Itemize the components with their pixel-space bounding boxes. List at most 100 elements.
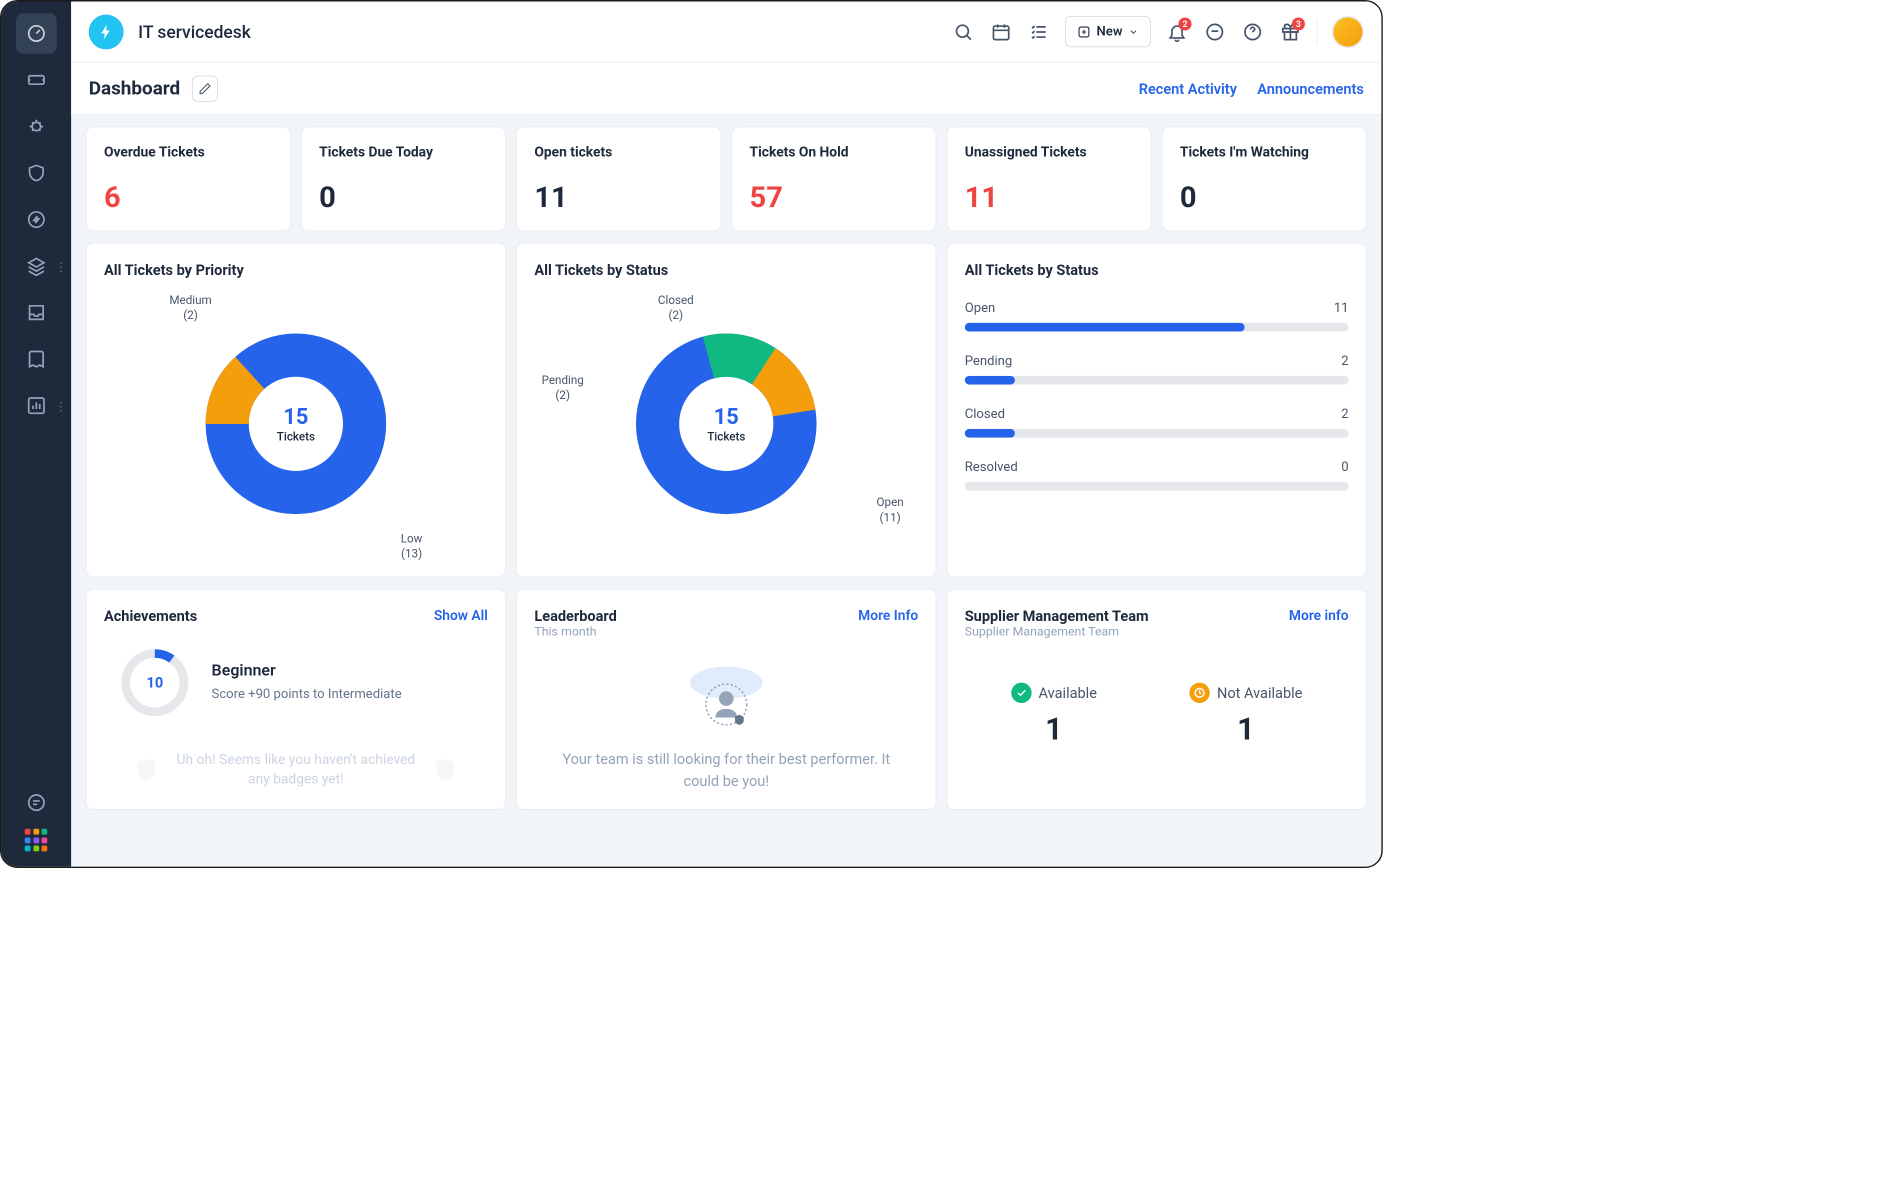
bug-icon: [26, 116, 46, 136]
bar-value: 2: [1341, 353, 1348, 368]
bar-value: 0: [1341, 459, 1348, 474]
stat-value: 11: [534, 180, 703, 214]
nav-notes[interactable]: [16, 782, 57, 823]
new-button-label: New: [1097, 24, 1123, 39]
nav-tickets[interactable]: [16, 60, 57, 101]
nav-problems[interactable]: [16, 106, 57, 147]
status-bars-card: All Tickets by Status Open11Pending2Clos…: [947, 243, 1367, 577]
unavailable-label: Not Available: [1217, 684, 1302, 701]
page-title: Dashboard: [89, 77, 181, 99]
notifications-button[interactable]: 2: [1165, 20, 1188, 43]
stat-card[interactable]: Unassigned Tickets 11: [947, 126, 1152, 231]
calendar-icon: [991, 21, 1011, 41]
calendar-button[interactable]: [990, 20, 1013, 43]
label-low: Low (13): [401, 532, 423, 562]
apps-grid-icon[interactable]: [25, 829, 48, 852]
label-closed: Closed (2): [658, 293, 694, 323]
stat-value: 6: [104, 180, 273, 214]
more-dots-icon[interactable]: ⋮: [55, 259, 67, 273]
nav-dashboard[interactable]: [16, 13, 57, 54]
achievements-panel: Achievements Show All 10 Beginner: [86, 589, 506, 810]
team-panel: Supplier Management Team Supplier Manage…: [947, 589, 1367, 810]
bar-row: Pending2: [965, 353, 1349, 384]
gift-badge: 3: [1292, 17, 1305, 30]
nav-solutions[interactable]: [16, 339, 57, 380]
bar-label: Resolved: [965, 459, 1018, 474]
clock-icon: [1189, 683, 1209, 703]
label-pending: Pending (2): [542, 373, 584, 403]
stat-card[interactable]: Overdue Tickets 6: [86, 126, 291, 231]
nav-changes[interactable]: [16, 153, 57, 194]
panel-subtitle: This month: [534, 624, 616, 639]
new-button[interactable]: New: [1065, 16, 1151, 47]
announcements-link[interactable]: Announcements: [1257, 80, 1364, 97]
bar-track: [965, 482, 1349, 491]
bar-row: Resolved 0: [965, 459, 1349, 490]
bar-row: Open11: [965, 300, 1349, 331]
shield-badge-icon: [133, 748, 160, 792]
nav-releases[interactable]: [16, 199, 57, 240]
app-logo[interactable]: [89, 14, 124, 49]
unavailable-value: 1: [1189, 712, 1302, 748]
unavailable-stat: Not Available 1: [1189, 683, 1302, 748]
list-check-icon: [1029, 21, 1049, 41]
nav-assets[interactable]: ⋮: [16, 246, 57, 287]
stat-label: Unassigned Tickets: [965, 143, 1134, 160]
more-info-link[interactable]: More Info: [858, 607, 918, 624]
panel-title: Achievements: [104, 607, 197, 624]
nav-admin[interactable]: [16, 432, 57, 473]
search-icon: [953, 21, 973, 41]
priority-chart-card: All Tickets by Priority 15 Tickets Mediu…: [86, 243, 506, 577]
chat-button[interactable]: [1203, 20, 1226, 43]
leaderboard-panel: Leaderboard This month More Info: [516, 589, 936, 810]
panel-title: Supplier Management Team: [965, 607, 1149, 624]
stat-card[interactable]: Open tickets 11: [516, 126, 721, 231]
panel-subtitle: Supplier Management Team: [965, 624, 1149, 639]
empty-illustration: [683, 661, 770, 734]
check-circle-icon: [1011, 683, 1031, 703]
bar-fill: [965, 376, 1015, 385]
stat-value: 57: [750, 180, 919, 214]
gear-icon: [26, 442, 46, 462]
gift-button[interactable]: 3: [1279, 20, 1302, 43]
chart-title: All Tickets by Status: [965, 261, 1349, 278]
stat-label: Open tickets: [534, 143, 703, 160]
show-all-link[interactable]: Show All: [434, 607, 488, 624]
bar-label: Open: [965, 300, 996, 315]
bar-fill: [965, 429, 1015, 438]
chevron-down-icon: [1128, 27, 1138, 37]
bar-track: [965, 429, 1349, 438]
edit-dashboard-button[interactable]: [192, 75, 218, 101]
search-button[interactable]: [952, 20, 975, 43]
more-dots-icon[interactable]: ⋮: [55, 399, 67, 413]
sidebar: ⋮ ⋮: [1, 1, 71, 866]
pencil-icon: [198, 82, 211, 95]
stat-value: 0: [319, 180, 488, 214]
more-info-link[interactable]: More info: [1289, 607, 1349, 624]
recent-activity-link[interactable]: Recent Activity: [1139, 80, 1237, 97]
bell-badge: 2: [1178, 17, 1191, 30]
bar-value: 2: [1341, 406, 1348, 421]
score-ring: 10: [119, 646, 192, 719]
status-chart-card: All Tickets by Status 15 Tickets Closed …: [516, 243, 936, 577]
leaderboard-empty-text: Your team is still looking for their bes…: [534, 748, 918, 792]
plus-square-icon: [1078, 25, 1091, 38]
tasks-button[interactable]: [1027, 20, 1050, 43]
badges-empty-text: Uh oh! Seems like you haven't achieved a…: [171, 751, 420, 790]
nav-inbox[interactable]: [16, 292, 57, 333]
stat-value: 11: [965, 180, 1134, 214]
stat-label: Overdue Tickets: [104, 143, 273, 160]
stat-card[interactable]: Tickets I'm Watching0: [1162, 126, 1367, 231]
chart-title: All Tickets by Status: [534, 261, 918, 278]
stat-card[interactable]: Tickets On Hold57: [731, 126, 936, 231]
label-medium: Medium (2): [169, 293, 211, 323]
stat-card[interactable]: Tickets Due Today0: [301, 126, 506, 231]
help-button[interactable]: [1241, 20, 1264, 43]
user-avatar[interactable]: [1332, 16, 1364, 48]
stat-value: 0: [1180, 180, 1349, 214]
topbar: IT servicedesk New 2 3: [71, 1, 1381, 62]
subheader: Dashboard Recent Activity Announcements: [71, 63, 1381, 115]
workspace-title: IT servicedesk: [138, 21, 251, 41]
gauge-icon: [26, 23, 46, 43]
nav-reports[interactable]: ⋮: [16, 385, 57, 426]
